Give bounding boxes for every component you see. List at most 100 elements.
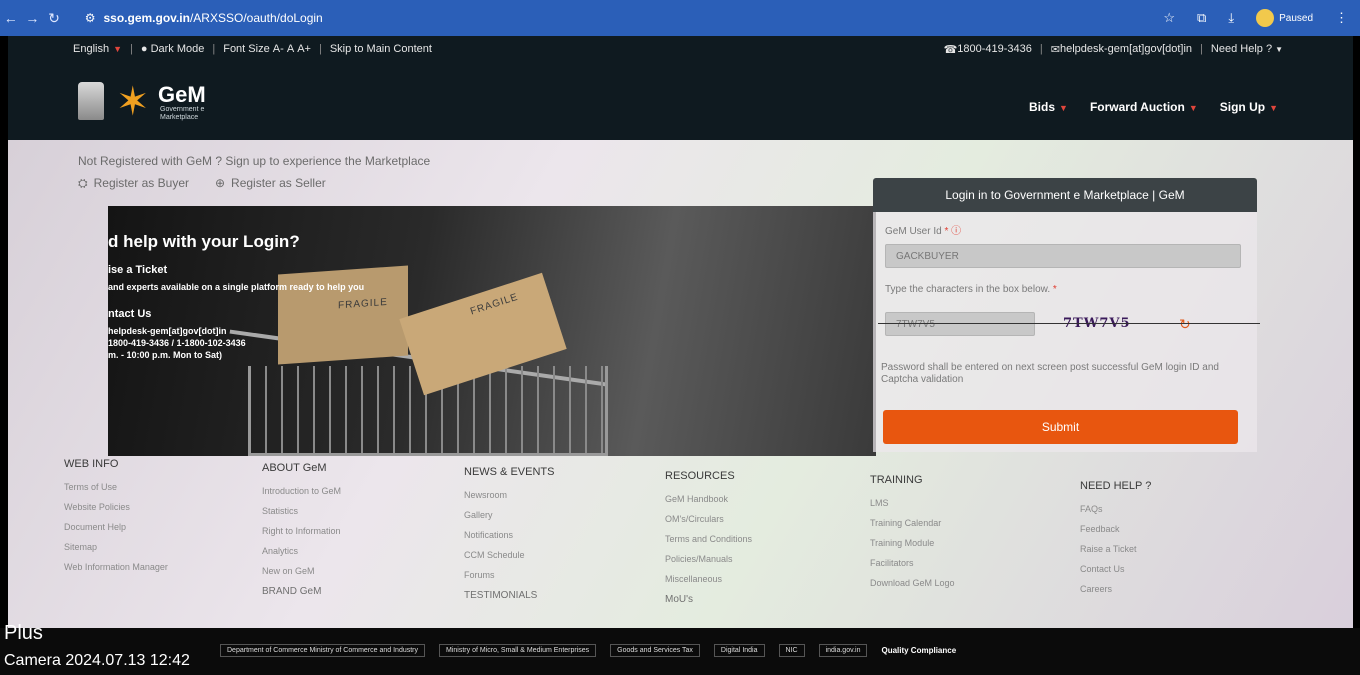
partner-logo[interactable]: Department of Commerce Ministry of Comme…: [220, 644, 426, 657]
site-header: ✶ GeM Government e Marketplace Bids ▼ For…: [8, 62, 1353, 140]
banner-heading: d help with your Login?: [108, 232, 300, 251]
font-size-label: Font Size: [223, 43, 270, 55]
register-prompt[interactable]: Not Registered with GeM ? Sign up to exp…: [78, 154, 430, 168]
footer-link[interactable]: Newsroom: [464, 490, 554, 500]
forward-icon[interactable]: →: [22, 10, 44, 26]
user-id-label: GeM User Id * ⓘ: [885, 226, 962, 237]
footer-link[interactable]: LMS: [870, 498, 955, 508]
menu-icon[interactable]: ⋮: [1335, 10, 1348, 26]
register-buyer-link[interactable]: ⛭ Register as Buyer: [78, 176, 189, 191]
captcha-label: Type the characters in the box below. *: [885, 284, 1057, 295]
footer-link[interactable]: Training Calendar: [870, 518, 955, 528]
footer-link[interactable]: Statistics: [262, 506, 341, 516]
mail-icon: ✉: [1050, 43, 1060, 56]
footer-link[interactable]: Terms of Use: [64, 482, 168, 492]
footer-link[interactable]: Careers: [1080, 584, 1151, 594]
footer-link[interactable]: Feedback: [1080, 524, 1151, 534]
footer-link[interactable]: Right to Information: [262, 526, 341, 536]
url-domain: sso.gem.gov.in: [103, 11, 190, 25]
phone-icon: ☎: [943, 43, 958, 56]
language-select[interactable]: English ▼: [73, 43, 122, 55]
footer-training: TRAINING LMS Training Calendar Training …: [870, 474, 955, 588]
nav-bids[interactable]: Bids ▼: [1029, 100, 1068, 114]
footer-link[interactable]: Sitemap: [64, 542, 168, 552]
register-seller-link[interactable]: ⊕ Register as Seller: [215, 176, 326, 191]
footer-resources: RESOURCES GeM Handbook OM's/Circulars Te…: [665, 470, 753, 605]
footer-news: NEWS & EVENTS Newsroom Gallery Notificat…: [464, 466, 555, 601]
footer-link[interactable]: Document Help: [64, 522, 168, 532]
main-nav: Bids ▼ Forward Auction ▼ Sign Up ▼: [1029, 100, 1278, 114]
footer-link[interactable]: Raise a Ticket: [1080, 544, 1151, 554]
contact-email: helpdesk-gem[at]gov[dot]in: [108, 326, 227, 336]
footer-link[interactable]: Forums: [464, 570, 554, 580]
divider: [878, 323, 1260, 324]
refresh-captcha-icon[interactable]: ↻: [1179, 316, 1191, 333]
password-note: Password shall be entered on next screen…: [881, 362, 1219, 385]
contact-phone: 1800-419-3436 / 1-1800-102-3436: [108, 338, 246, 348]
footer-link[interactable]: Gallery: [464, 510, 554, 520]
footer-link[interactable]: Miscellaneous: [665, 574, 752, 584]
contact-hours: m. - 10:00 p.m. Mon to Sat): [108, 350, 223, 360]
need-help-menu[interactable]: Need Help ?: [1211, 43, 1272, 55]
footer-link[interactable]: Terms and Conditions: [665, 534, 752, 544]
quality-compliance-label[interactable]: Quality Compliance: [881, 646, 956, 655]
footer-link[interactable]: Analytics: [262, 546, 341, 556]
partner-logo[interactable]: NIC: [778, 644, 805, 657]
footer-link[interactable]: New on GeM: [262, 566, 341, 576]
footer-link[interactable]: TESTIMONIALS: [464, 590, 554, 601]
back-icon[interactable]: ←: [0, 10, 22, 26]
footer-link[interactable]: CCM Schedule: [464, 550, 554, 560]
footer-link[interactable]: Web Information Manager: [64, 562, 168, 572]
partner-logos-bar: Plus Camera 2024.07.13 12:42 Department …: [0, 622, 1360, 675]
utility-bar: English ▼ | ● Dark Mode | Font Size A- A …: [8, 36, 1353, 62]
browser-toolbar: ← → ↻ ⚙ sso.gem.gov.in/ARXSSO/oauth/doLo…: [0, 0, 1360, 36]
footer-link[interactable]: Download GeM Logo: [870, 578, 955, 588]
helpdesk-email[interactable]: helpdesk-gem[at]gov[dot]in: [1060, 43, 1192, 55]
footer-link[interactable]: OM's/Circulars: [665, 514, 752, 524]
footer-link[interactable]: Notifications: [464, 530, 554, 540]
dark-mode-toggle[interactable]: ● Dark Mode: [141, 43, 205, 55]
skip-link[interactable]: Skip to Main Content: [330, 43, 432, 55]
footer-link[interactable]: Facilitators: [870, 558, 955, 568]
extensions-icon[interactable]: ⧉: [1197, 10, 1206, 26]
font-small-button[interactable]: A-: [273, 43, 284, 55]
footer-link[interactable]: BRAND GeM: [262, 586, 341, 597]
camera-watermark: Camera 2024.07.13 12:42: [4, 652, 190, 669]
phone-number[interactable]: 1800-419-3436: [957, 43, 1032, 55]
ticket-text: and experts available on a single platfo…: [108, 282, 365, 292]
partner-logo[interactable]: Goods and Services Tax: [610, 644, 700, 657]
partner-logo[interactable]: india.gov.in: [818, 644, 868, 657]
site-info-icon[interactable]: ⚙: [85, 11, 96, 25]
submit-button[interactable]: Submit: [883, 410, 1238, 444]
profile-button[interactable]: Paused: [1256, 9, 1313, 27]
footer-link[interactable]: Training Module: [870, 538, 955, 548]
captcha-input[interactable]: 7TW7V5: [885, 312, 1035, 336]
gem-star-logo[interactable]: ✶: [116, 80, 160, 124]
partner-logo[interactable]: Digital India: [713, 644, 765, 657]
national-emblem-logo: [78, 82, 104, 120]
url-path: /ARXSSO/oauth/doLogin: [189, 11, 323, 25]
chevron-down-icon: ▼: [113, 44, 122, 54]
footer-link[interactable]: Introduction to GeM: [262, 486, 341, 496]
footer-link[interactable]: Website Policies: [64, 502, 168, 512]
user-id-input[interactable]: GACKBUYER: [885, 244, 1241, 268]
nav-forward-auction[interactable]: Forward Auction ▼: [1090, 100, 1198, 114]
font-normal-button[interactable]: A: [287, 43, 294, 55]
logo-title: GeM: [158, 82, 206, 107]
download-icon[interactable]: ⤓: [1228, 10, 1234, 26]
reload-icon[interactable]: ↻: [43, 10, 65, 27]
bookmark-star-icon[interactable]: ☆: [1163, 10, 1175, 26]
footer-link[interactable]: FAQs: [1080, 504, 1151, 514]
ticket-title: ise a Ticket: [108, 264, 168, 276]
footer-link[interactable]: Policies/Manuals: [665, 554, 752, 564]
footer-link[interactable]: Contact Us: [1080, 564, 1151, 574]
nav-sign-up[interactable]: Sign Up ▼: [1220, 100, 1278, 114]
footer-link[interactable]: MoU's: [665, 594, 752, 605]
footer-web-info: WEB INFO Terms of Use Website Policies D…: [64, 458, 168, 572]
footer-link[interactable]: GeM Handbook: [665, 494, 752, 504]
font-large-button[interactable]: A+: [297, 43, 311, 55]
camera-watermark-plus: Plus: [4, 622, 43, 644]
address-bar[interactable]: ⚙ sso.gem.gov.in/ARXSSO/oauth/doLogin: [75, 6, 1164, 30]
logo-subtitle: Government e Marketplace: [160, 106, 205, 121]
partner-logo[interactable]: Ministry of Micro, Small & Medium Enterp…: [439, 644, 597, 657]
